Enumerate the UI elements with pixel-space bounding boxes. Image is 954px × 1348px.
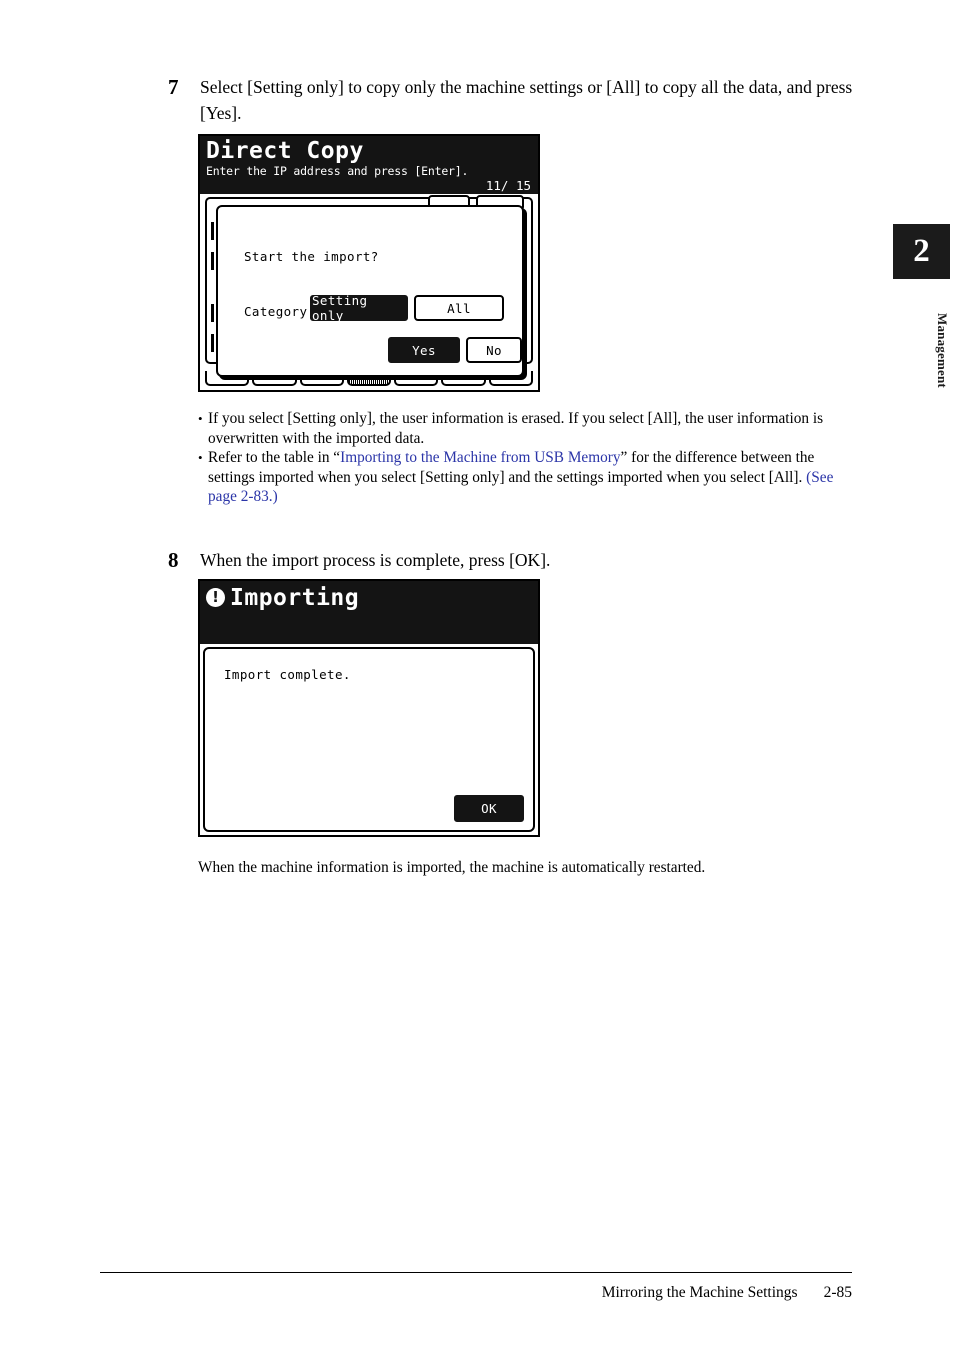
step-7: 7 Select [Setting only] to copy only the… — [168, 74, 858, 126]
ok-button[interactable]: OK — [454, 795, 524, 822]
note-item-1: • If you select [Setting only], the user… — [198, 409, 838, 448]
chapter-tab-number: 2 — [893, 224, 950, 279]
background-tick-1 — [211, 222, 214, 240]
screen1-body: Start the import? Category: Setting only… — [200, 194, 538, 390]
note-item-2: • Refer to the table in “Importing to th… — [198, 448, 838, 507]
step-8: 8 When the import process is complete, p… — [168, 547, 858, 573]
step-8-text: When the import process is complete, pre… — [200, 550, 551, 570]
step-7-number: 7 — [168, 75, 179, 99]
background-tick-3 — [211, 304, 214, 322]
category-setting-only-button[interactable]: Setting only — [310, 293, 408, 323]
step-7-text: Select [Setting only] to copy only the m… — [200, 77, 853, 123]
note-2-lead: Refer to the table in “ — [208, 449, 341, 467]
note-bullet-1: • — [198, 411, 203, 426]
note-text-2: Refer to the table in “Importing to the … — [208, 448, 838, 507]
importing-panel: Import complete. OK — [203, 647, 535, 832]
background-tick-2 — [211, 252, 214, 270]
screen1-title: Direct Copy — [206, 138, 364, 164]
background-tick-4 — [211, 334, 214, 352]
import-complete-message: Import complete. — [224, 667, 351, 682]
footer-divider — [100, 1272, 852, 1273]
chapter-tab-label: Management — [935, 312, 950, 388]
step-8-number: 8 — [168, 548, 179, 572]
closing-paragraph: When the machine information is imported… — [198, 859, 706, 876]
screen1-subtitle: Enter the IP address and press [Enter]. — [206, 164, 469, 178]
screen1-page-counter: 11/ 15 — [485, 178, 531, 193]
screen2-title: Importing — [230, 585, 360, 611]
confirm-no-button[interactable]: No — [466, 337, 522, 363]
footer-page-number: 2-85 — [823, 1284, 852, 1301]
screen1-header: Direct Copy Enter the IP address and pre… — [200, 136, 538, 194]
note-2-link-usb-memory[interactable]: Importing to the Machine from USB Memory — [340, 449, 620, 466]
note-text-1: If you select [Setting only], the user i… — [208, 410, 824, 447]
confirm-yes-button[interactable]: Yes — [388, 337, 460, 363]
dialog-question: Start the import? — [244, 249, 379, 264]
page-footer: Mirroring the Machine Settings 2-85 — [100, 1284, 852, 1302]
warning-exclamation-icon: ! — [206, 588, 225, 607]
import-confirmation-dialog: Start the import? Category: Setting only… — [216, 205, 524, 377]
screenshot-direct-copy: Direct Copy Enter the IP address and pre… — [198, 134, 540, 392]
screen2-body: Import complete. OK — [200, 644, 538, 835]
note-bullet-2: • — [198, 450, 203, 466]
category-all-button[interactable]: All — [414, 295, 504, 321]
screen2-header: ! Importing — [200, 581, 538, 644]
screenshot-importing: ! Importing Import complete. OK — [198, 579, 540, 837]
chapter-number: 2 — [913, 233, 930, 269]
notes-list: • If you select [Setting only], the user… — [198, 409, 838, 507]
footer-section-title: Mirroring the Machine Settings — [601, 1284, 798, 1301]
category-label: Category: — [244, 304, 316, 319]
